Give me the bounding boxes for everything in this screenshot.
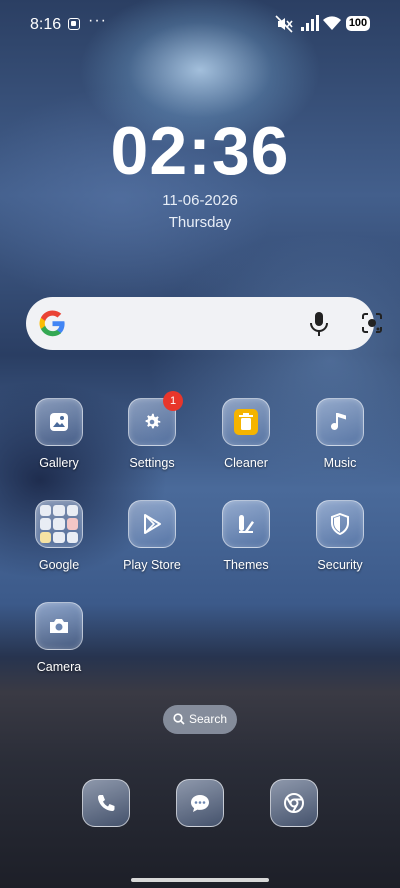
themes-icon — [222, 500, 270, 548]
chrome-icon — [284, 793, 304, 813]
google-search-bar[interactable] — [26, 297, 382, 350]
more-notifications-icon: ··· — [88, 12, 107, 29]
app-label: Play Store — [123, 558, 181, 572]
app-cleaner[interactable]: Cleaner — [201, 398, 291, 470]
app-settings[interactable]: 1 Settings — [107, 391, 197, 470]
play-store-icon — [128, 500, 176, 548]
camera-icon — [35, 602, 83, 650]
app-label: Cleaner — [224, 456, 268, 470]
clock-time[interactable]: 02:36 — [0, 112, 400, 190]
app-security[interactable]: Security — [295, 500, 385, 572]
battery-indicator: 100 — [346, 16, 370, 31]
app-label: Gallery — [39, 456, 79, 470]
gallery-icon — [35, 398, 83, 446]
phone-icon — [98, 795, 115, 811]
app-label: Settings — [129, 456, 175, 470]
signal-icon — [301, 15, 319, 31]
dock-phone[interactable] — [82, 779, 130, 827]
dock-messages[interactable] — [176, 779, 224, 827]
trash-icon — [222, 398, 270, 446]
mute-icon — [275, 15, 293, 33]
status-bar: 8:16 ··· 100 — [0, 0, 400, 48]
lens-icon[interactable] — [360, 311, 384, 335]
gear-icon: 1 — [128, 391, 183, 446]
status-time: 8:16 — [30, 16, 62, 33]
wifi-icon — [323, 16, 341, 30]
app-label: Google — [38, 558, 80, 572]
search-pill-label: Search — [188, 712, 228, 726]
shield-icon — [316, 500, 364, 548]
clock-date: 11-06-2026 — [162, 192, 238, 209]
home-indicator[interactable] — [131, 878, 269, 882]
app-camera[interactable]: Camera — [14, 602, 104, 674]
app-label: Music — [323, 456, 357, 470]
app-google-folder[interactable]: Google — [14, 500, 104, 572]
app-music[interactable]: Music — [295, 398, 385, 470]
clock-day: Thursday — [168, 214, 232, 231]
music-note-icon — [316, 398, 364, 446]
app-play-store[interactable]: Play Store — [107, 500, 197, 572]
search-icon — [173, 713, 185, 725]
google-logo-icon — [39, 310, 65, 337]
search-pill-button[interactable]: Search — [163, 705, 237, 734]
mic-icon[interactable] — [308, 311, 330, 337]
folder-icon — [35, 500, 83, 548]
notification-badge: 1 — [163, 391, 183, 411]
chat-icon — [191, 795, 209, 812]
dock-chrome[interactable] — [270, 779, 318, 827]
app-gallery[interactable]: Gallery — [14, 398, 104, 470]
app-label: Themes — [223, 558, 269, 572]
notification-icon — [68, 18, 80, 30]
app-label: Camera — [36, 660, 82, 674]
app-themes[interactable]: Themes — [201, 500, 291, 572]
app-label: Security — [317, 558, 363, 572]
